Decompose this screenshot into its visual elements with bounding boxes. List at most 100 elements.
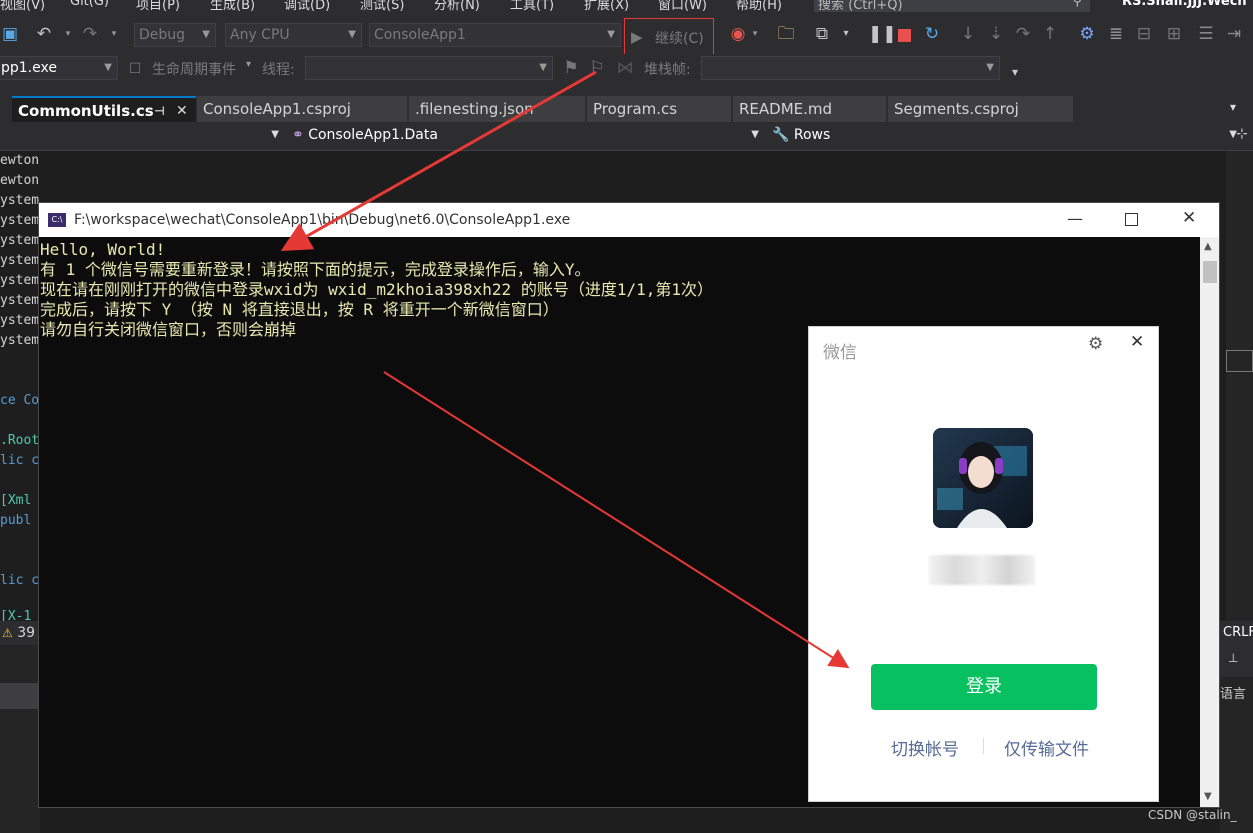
- undo-icon[interactable]: ↶: [34, 24, 54, 44]
- continue-button[interactable]: ▶ 继续(C): [624, 18, 714, 58]
- warning-count[interactable]: 39: [17, 625, 35, 641]
- menu-test[interactable]: 测试(S): [360, 0, 404, 13]
- restart-icon[interactable]: ↻: [921, 24, 943, 44]
- console-line: Hello, World!: [40, 240, 166, 259]
- pin-icon[interactable]: ⊣: [154, 98, 165, 122]
- tab-consoleapp1-csproj[interactable]: ConsoleApp1.csproj: [197, 96, 407, 122]
- scroll-down-icon[interactable]: ▼: [1204, 791, 1212, 802]
- search-box[interactable]: 搜索 (Ctrl+Q) ⚲: [814, 0, 1090, 13]
- member-nav-select[interactable]: 🔧 Rows ▼: [768, 124, 1242, 148]
- step-into-icon[interactable]: ↓: [958, 24, 978, 44]
- tab-segments-csproj[interactable]: Segments.csproj: [888, 96, 1073, 122]
- tab-commonutils[interactable]: CommonUtils.cs ⊣ ✕: [12, 96, 196, 122]
- format-icon[interactable]: ≣: [1106, 24, 1126, 44]
- split-icon[interactable]: ⊹: [1236, 126, 1248, 142]
- menu-extensions[interactable]: 扩展(X): [584, 0, 629, 13]
- pause-icon[interactable]: ❚❚: [868, 24, 897, 44]
- project-nav-select[interactable]: ▼: [0, 124, 284, 148]
- wechat-login-window[interactable]: 微信 ⚙ ✕ 登录 切换帐号 仅传输文件: [808, 326, 1159, 802]
- menu-analyze[interactable]: 分析(N): [434, 0, 480, 13]
- vertical-scrollbar[interactable]: [1226, 151, 1253, 621]
- code-line: ystem: [0, 313, 40, 328]
- comment-icon[interactable]: ⊟: [1134, 24, 1154, 44]
- toolbar-overflow-icon[interactable]: ▾: [1008, 62, 1022, 82]
- chevron-down-icon: ▼: [271, 129, 279, 140]
- console-line: 完成后，请按下 Y （按 N 将直接退出，按 R 将重开一个新微信窗口）: [40, 300, 559, 319]
- line-ending-indicator[interactable]: CRLF: [1220, 621, 1253, 645]
- close-icon[interactable]: ✕: [176, 98, 188, 122]
- switch-account-link[interactable]: 切换帐号: [891, 735, 959, 760]
- platform-select[interactable]: Any CPU ▼: [225, 23, 362, 47]
- process-select[interactable]: pp1.exe ▼: [0, 56, 118, 80]
- menu-window[interactable]: 窗口(W): [658, 0, 707, 13]
- save-all-icon[interactable]: ▣: [0, 24, 20, 44]
- code-line: ystem: [0, 213, 40, 228]
- diagnostics-icon[interactable]: ⚙: [1076, 24, 1098, 44]
- filter-icon[interactable]: ⋈: [616, 58, 634, 78]
- uncomment-icon[interactable]: ⊞: [1164, 24, 1184, 44]
- redo-icon[interactable]: ↷: [80, 24, 100, 44]
- step-out-icon[interactable]: ↑: [1040, 24, 1060, 44]
- console-scrollbar[interactable]: ▲ ▼: [1200, 237, 1219, 807]
- folder-icon[interactable]: 🗀: [776, 24, 796, 44]
- bookmark-icon[interactable]: ☰: [1196, 24, 1216, 44]
- pin-icon[interactable]: ⊥: [1220, 645, 1253, 677]
- code-line: [Xml: [0, 493, 32, 508]
- menu-debug[interactable]: 调试(D): [284, 0, 330, 13]
- menu-build[interactable]: 生成(B): [210, 0, 255, 13]
- settings-icon[interactable]: ⚙: [1088, 334, 1103, 354]
- layout-dropdown-icon[interactable]: ▾: [840, 24, 852, 44]
- close-icon[interactable]: ✕: [1182, 208, 1196, 228]
- redo-dropdown-icon[interactable]: ▾: [108, 24, 120, 44]
- console-app-icon: C:\: [48, 213, 66, 227]
- window-layout-icon[interactable]: ⧉: [812, 24, 832, 44]
- tab-label: ConsoleApp1.csproj: [203, 100, 351, 118]
- menu-view[interactable]: 视图(V): [0, 0, 45, 13]
- stackframe-select[interactable]: ▼: [701, 56, 1000, 80]
- hot-reload-dropdown-icon[interactable]: ▾: [750, 24, 760, 44]
- maximize-icon[interactable]: [1125, 213, 1138, 226]
- lifecycle-dropdown-icon[interactable]: ▾: [246, 59, 251, 70]
- menu-project[interactable]: 项目(P): [136, 0, 180, 13]
- scroll-thumb[interactable]: [1203, 261, 1217, 283]
- tab-program-cs[interactable]: Program.cs: [587, 96, 731, 122]
- menu-tools[interactable]: 工具(T): [510, 0, 554, 13]
- scroll-thumb[interactable]: [1226, 350, 1253, 372]
- tab-filenesting-json[interactable]: .filenesting.json: [409, 96, 585, 122]
- flag-icon[interactable]: ⚑: [562, 58, 580, 78]
- code-line: ewtonsoft.Json.Linq;: [0, 153, 40, 168]
- stop-icon[interactable]: [898, 29, 911, 42]
- file-transfer-only-link[interactable]: 仅传输文件: [1004, 735, 1089, 760]
- play-icon: ▶: [631, 28, 643, 46]
- solution-name: RS.Snail.JJJ.Wech: [1122, 0, 1247, 9]
- thread-select[interactable]: ▼: [305, 56, 553, 80]
- startup-project-select[interactable]: ConsoleApp1 ▼: [369, 23, 621, 47]
- menu-git[interactable]: Git(G): [70, 0, 109, 9]
- step-back-icon[interactable]: ↷: [1013, 24, 1033, 44]
- chevron-down-icon: ▼: [607, 29, 615, 40]
- undo-dropdown-icon[interactable]: ▾: [62, 24, 74, 44]
- lifecycle-events-button[interactable]: 生命周期事件: [152, 59, 236, 79]
- close-icon[interactable]: ✕: [1130, 332, 1144, 352]
- console-titlebar[interactable]: C:\ F:\workspace\wechat\ConsoleApp1\bin\…: [39, 203, 1219, 237]
- code-line: lic c: [0, 573, 40, 588]
- tab-list-dropdown-icon[interactable]: ▾: [1230, 100, 1236, 114]
- chevron-down-icon: ▼: [104, 62, 112, 73]
- menu-bar: 视图(V) Git(G) 项目(P) 生成(B) 调试(D) 测试(S) 分析(…: [0, 0, 1253, 16]
- hot-reload-icon[interactable]: ◉: [728, 24, 748, 44]
- type-nav-select[interactable]: ⚭ ConsoleApp1.Data ▼: [288, 124, 764, 148]
- tab-label: .filenesting.json: [415, 100, 534, 118]
- lifecycle-icon: ☐: [128, 61, 142, 77]
- chevron-down-icon: ▼: [348, 29, 356, 40]
- code-editor[interactable]: ewtonsoft.Json.Linq; ewtonsoft.Json; yst…: [0, 151, 40, 621]
- scroll-up-icon[interactable]: ▲: [1204, 241, 1212, 252]
- step-over-icon[interactable]: ⇣: [986, 24, 1006, 44]
- menu-help[interactable]: 帮助(H): [736, 0, 782, 13]
- configuration-select[interactable]: Debug ▼: [134, 23, 216, 47]
- tab-readme-md[interactable]: README.md: [733, 96, 886, 122]
- minimize-icon[interactable]: —: [1067, 209, 1083, 228]
- login-button[interactable]: 登录: [871, 664, 1097, 710]
- code-line: publ: [0, 513, 32, 528]
- indent-icon[interactable]: ⇥: [1224, 24, 1244, 44]
- flag-all-icon[interactable]: ⚐: [588, 58, 606, 78]
